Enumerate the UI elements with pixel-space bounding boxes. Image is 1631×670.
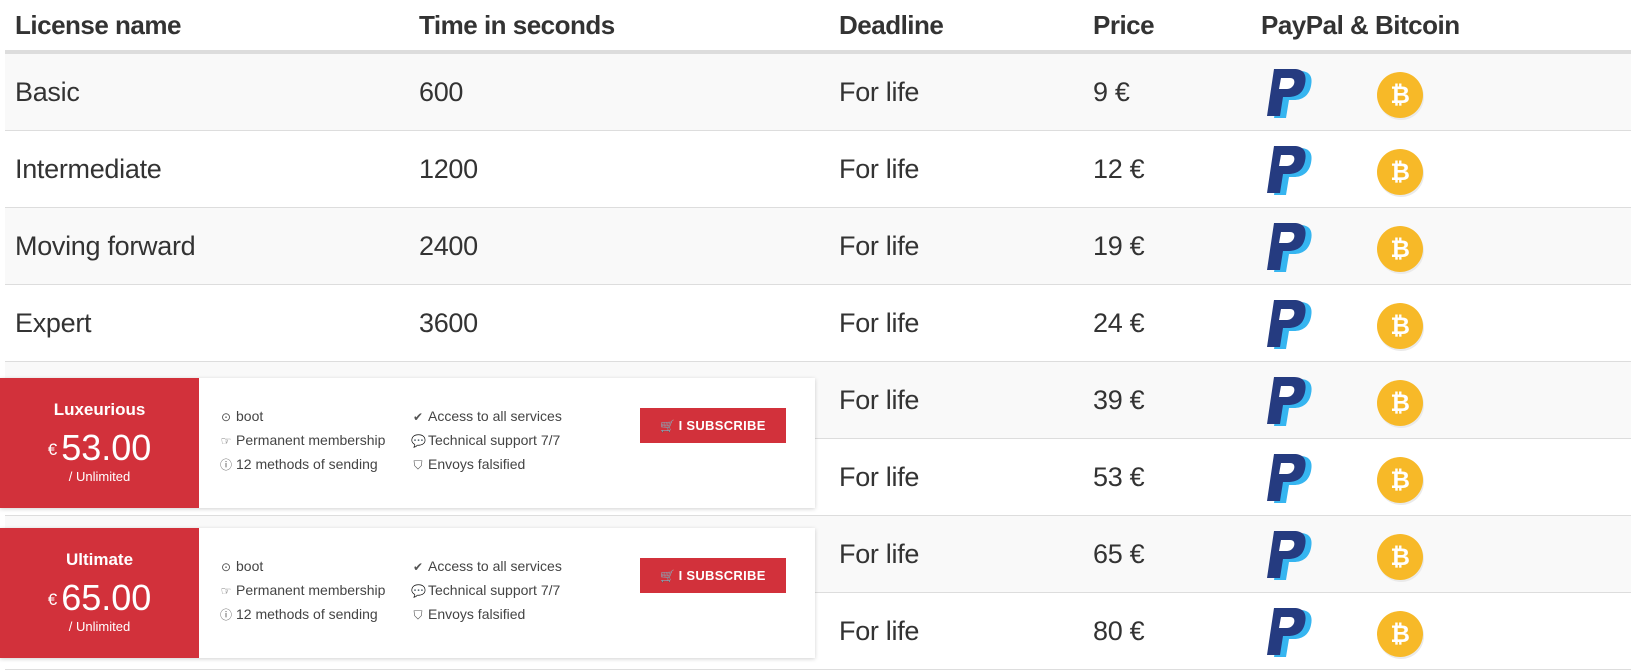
payment-cell: ₿ xyxy=(1251,361,1631,439)
feature-item: ⓘ 12 methods of sending xyxy=(219,606,378,622)
check-icon: ✔ xyxy=(412,410,424,424)
deadline-cell: For life xyxy=(829,130,1083,208)
plan-period: / Unlimited xyxy=(68,619,131,634)
table-row: Expert 3600 For life 24 € ₿ xyxy=(5,284,1631,362)
price-cell: 24 € xyxy=(1083,284,1251,362)
col-license-name: License name xyxy=(5,0,409,54)
clock-icon: ⊙ xyxy=(220,410,232,424)
paypal-icon[interactable] xyxy=(1261,530,1317,584)
license-name-cell: Intermediate xyxy=(5,130,409,208)
feature-item: ⓘ 12 methods of sending xyxy=(219,456,378,472)
currency-symbol: € xyxy=(47,590,58,609)
subscribe-button[interactable]: 🛒 I SUBSCRIBE xyxy=(640,408,786,443)
cart-icon: 🛒 xyxy=(660,419,676,433)
feature-item: ✔ Access to all services xyxy=(412,408,562,424)
plan-name: Luxeurious xyxy=(53,400,146,419)
table-row: Basic 600 For life 9 € ₿ xyxy=(5,52,1631,131)
price-cell: 12 € xyxy=(1083,130,1251,208)
deadline-cell: For life xyxy=(829,361,1083,439)
payment-cell: ₿ xyxy=(1251,592,1631,670)
plan-amount: 65.00 xyxy=(61,577,152,618)
time-cell: 600 xyxy=(409,52,829,131)
price-cell: 53 € xyxy=(1083,438,1251,516)
deadline-cell: For life xyxy=(829,592,1083,670)
cart-icon: 🛒 xyxy=(660,569,676,583)
plan-price: €65.00 xyxy=(0,578,199,618)
price-cell: 65 € xyxy=(1083,515,1251,593)
price-cell: 39 € xyxy=(1083,361,1251,439)
feature-item: ☞ Permanent membership xyxy=(220,432,386,448)
deadline-cell: For life xyxy=(829,515,1083,593)
thumbs-up-icon: ☞ xyxy=(220,584,232,598)
plan-name: Ultimate xyxy=(65,550,134,569)
deadline-cell: For life xyxy=(829,207,1083,285)
payment-cell: ₿ xyxy=(1251,284,1631,362)
comments-icon: 💬 xyxy=(411,434,426,448)
bitcoin-icon[interactable]: ₿ xyxy=(1377,149,1423,195)
info-icon: ⓘ xyxy=(219,458,232,472)
bitcoin-icon[interactable]: ₿ xyxy=(1377,380,1423,426)
bitcoin-icon[interactable]: ₿ xyxy=(1377,611,1423,657)
license-name-cell: Basic xyxy=(5,52,409,131)
table-row: Moving forward 2400 For life 19 € ₿ xyxy=(5,207,1631,285)
time-cell: 3600 xyxy=(409,284,829,362)
feature-item: ⛉ Envoys falsified xyxy=(411,606,525,623)
paypal-icon[interactable] xyxy=(1261,376,1317,430)
currency-symbol: € xyxy=(47,440,58,459)
deadline-cell: For life xyxy=(829,438,1083,516)
plan-period: / Unlimited xyxy=(68,469,131,484)
payment-cell: ₿ xyxy=(1251,207,1631,285)
bitcoin-icon[interactable]: ₿ xyxy=(1377,226,1423,272)
time-cell: 2400 xyxy=(409,207,829,285)
shield-icon: ⛉ xyxy=(413,458,423,472)
deadline-cell: For life xyxy=(829,284,1083,362)
col-price: Price xyxy=(1083,0,1251,54)
bitcoin-icon[interactable]: ₿ xyxy=(1377,303,1423,349)
time-cell: 1200 xyxy=(409,130,829,208)
price-cell: 19 € xyxy=(1083,207,1251,285)
col-time-seconds: Time in seconds xyxy=(409,0,829,54)
info-icon: ⓘ xyxy=(219,608,232,622)
check-icon: ✔ xyxy=(412,560,424,574)
price-cell: 9 € xyxy=(1083,52,1251,131)
plan-amount: 53.00 xyxy=(61,427,152,468)
feature-item: ⊙ boot xyxy=(220,558,264,574)
paypal-icon[interactable] xyxy=(1261,145,1317,199)
col-deadline: Deadline xyxy=(829,0,1083,54)
bitcoin-icon[interactable]: ₿ xyxy=(1377,534,1423,580)
payment-cell: ₿ xyxy=(1251,130,1631,208)
col-payment: PayPal & Bitcoin xyxy=(1251,0,1631,54)
payment-cell: ₿ xyxy=(1251,52,1631,131)
paypal-icon[interactable] xyxy=(1261,299,1317,353)
deadline-cell: For life xyxy=(829,52,1083,131)
feature-item: 💬 Technical support 7/7 xyxy=(411,432,561,448)
paypal-icon[interactable] xyxy=(1261,453,1317,507)
feature-item: ✔ Access to all services xyxy=(412,558,562,574)
paypal-icon[interactable] xyxy=(1261,607,1317,661)
table-row: Intermediate 1200 For life 12 € ₿ xyxy=(5,130,1631,208)
table-header-row: License name Time in seconds Deadline Pr… xyxy=(5,0,1631,54)
feature-item: ⊙ boot xyxy=(220,408,264,424)
bitcoin-icon[interactable]: ₿ xyxy=(1377,72,1423,118)
plan-price-panel: Luxeurious €53.00 / Unlimited xyxy=(0,378,199,508)
plan-price-panel: Ultimate €65.00 / Unlimited xyxy=(0,528,199,658)
feature-item: 💬 Technical support 7/7 xyxy=(411,582,561,598)
subscribe-button[interactable]: 🛒 I SUBSCRIBE xyxy=(640,558,786,593)
payment-cell: ₿ xyxy=(1251,515,1631,593)
license-name-cell: Expert xyxy=(5,284,409,362)
license-name-cell: Moving forward xyxy=(5,207,409,285)
thumbs-up-icon: ☞ xyxy=(220,434,232,448)
plan-card: Ultimate €65.00 / Unlimited ⊙ boot ☞ Perma… xyxy=(0,528,815,658)
feature-item: ⛉ Envoys falsified xyxy=(411,456,525,473)
payment-cell: ₿ xyxy=(1251,438,1631,516)
paypal-icon[interactable] xyxy=(1261,222,1317,276)
feature-item: ☞ Permanent membership xyxy=(220,582,386,598)
comments-icon: 💬 xyxy=(411,584,426,598)
clock-icon: ⊙ xyxy=(220,560,232,574)
price-cell: 80 € xyxy=(1083,592,1251,670)
plan-card: Luxeurious €53.00 / Unlimited ⊙ boot ☞ Per… xyxy=(0,378,815,508)
paypal-icon[interactable] xyxy=(1261,68,1317,122)
plan-price: €53.00 xyxy=(0,428,199,468)
bitcoin-icon[interactable]: ₿ xyxy=(1377,457,1423,503)
